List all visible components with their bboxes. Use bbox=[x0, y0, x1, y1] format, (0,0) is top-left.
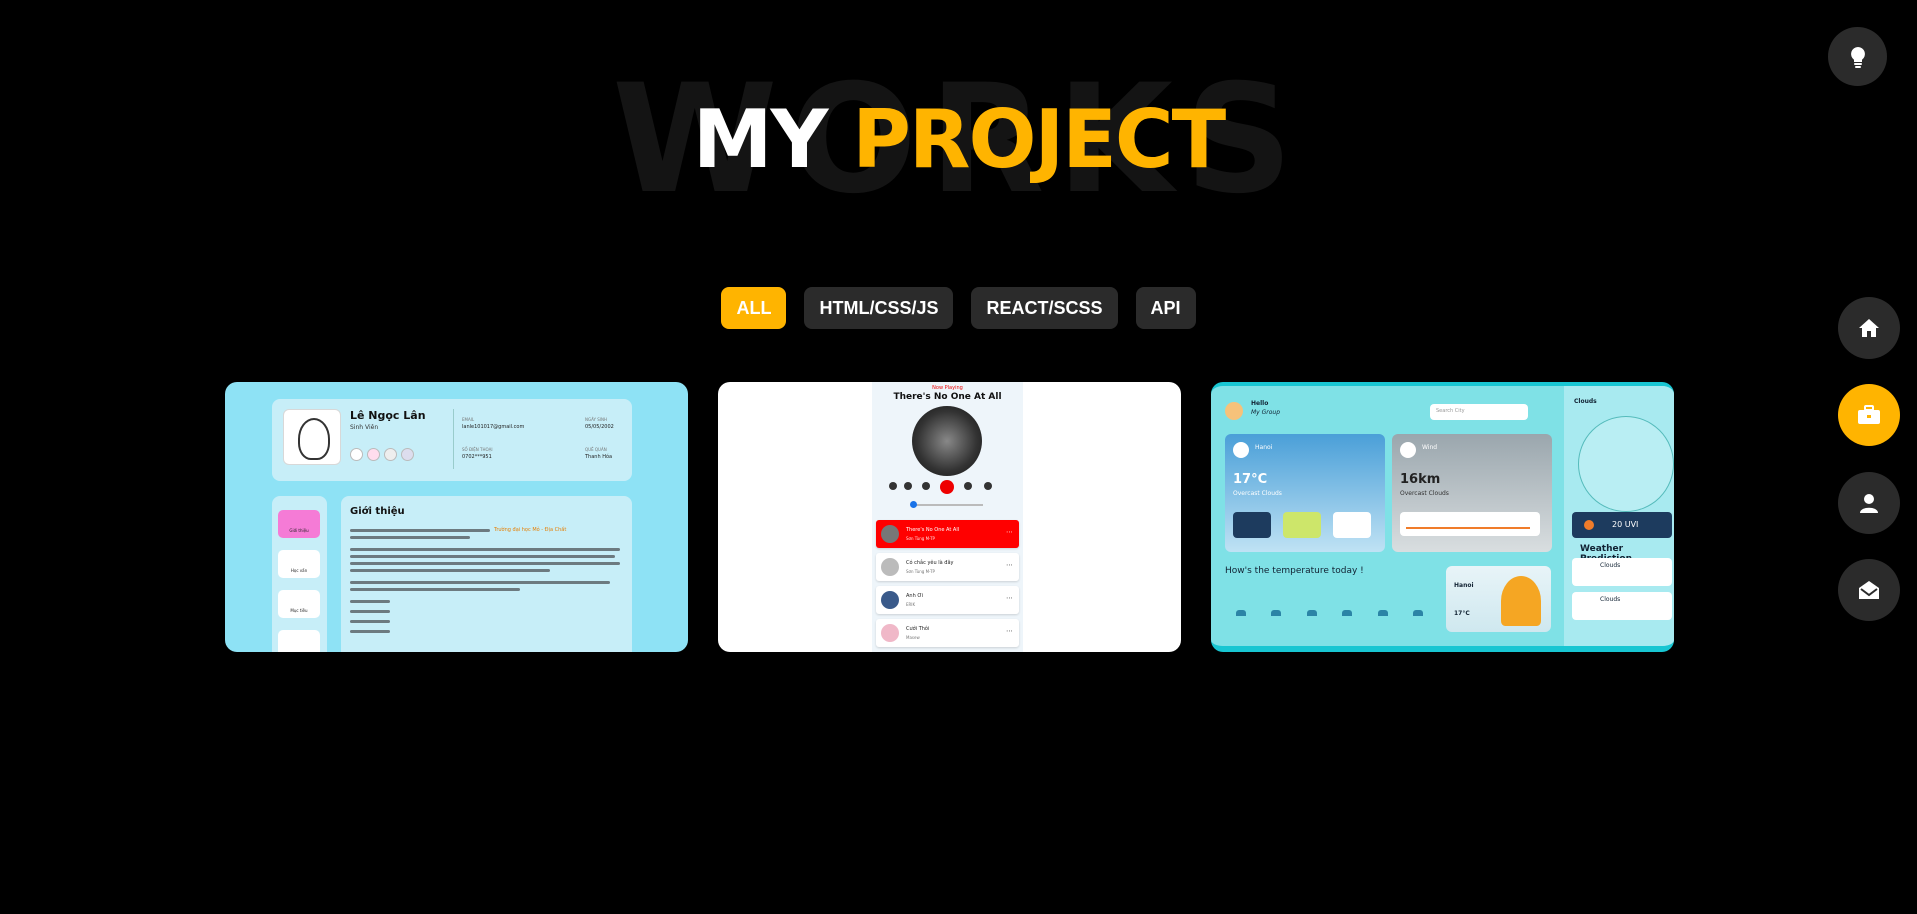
filter-bar: ALL HTML/CSS/JS REACT/SCSS API bbox=[0, 287, 1917, 329]
user-icon bbox=[1860, 494, 1878, 513]
project-card-music[interactable]: Now Playing There's No One At All There'… bbox=[718, 382, 1181, 652]
title-part-my: MY bbox=[692, 93, 829, 186]
sun-icon bbox=[1584, 520, 1594, 530]
project-card-profile[interactable]: Lê Ngọc Lân Sinh Viên EMAIL lanle101017@… bbox=[225, 382, 688, 652]
email-label: EMAIL bbox=[462, 417, 475, 422]
discord-icon bbox=[401, 448, 414, 461]
playlist-item: There's No One At All Sơn Tùng M-TP ⋯ bbox=[876, 520, 1019, 548]
section-heading: WORKS MY PROJECT bbox=[0, 65, 1917, 215]
profile-role: Sinh Viên bbox=[350, 424, 379, 431]
hometown-label: QUÊ QUÁN bbox=[585, 447, 607, 452]
birth-label: NGÀY SINH bbox=[585, 417, 607, 422]
album-disc bbox=[912, 406, 982, 476]
playlist-item: Anh Ơi ERIK ⋯ bbox=[876, 586, 1019, 614]
hourly-card: Hanoi 17°C bbox=[1446, 566, 1551, 632]
filter-all-button[interactable]: ALL bbox=[721, 287, 787, 329]
project-grid: Lê Ngọc Lân Sinh Viên EMAIL lanle101017@… bbox=[225, 382, 1674, 652]
briefcase-icon bbox=[1858, 405, 1880, 424]
search-input: Search City bbox=[1430, 404, 1528, 420]
more-icon: ⋯ bbox=[1006, 627, 1013, 635]
avatar bbox=[283, 409, 341, 465]
weather-city-panel: Hanoi 17°C Overcast Clouds bbox=[1225, 434, 1385, 552]
profile-name: Lê Ngọc Lân bbox=[350, 409, 426, 422]
uvi-card: 20 UVI bbox=[1572, 512, 1672, 538]
filter-html-css-js-button[interactable]: HTML/CSS/JS bbox=[804, 287, 954, 329]
nav-intro: Giới thiệu bbox=[278, 510, 320, 538]
email-value: lanle101017@gmail.com bbox=[462, 424, 525, 430]
weather-greeting: Hello bbox=[1251, 400, 1269, 407]
lightbulb-icon bbox=[1850, 46, 1865, 68]
divider bbox=[453, 409, 454, 469]
filter-api-button[interactable]: API bbox=[1135, 287, 1196, 329]
hometown-value: Thanh Hóa bbox=[585, 454, 613, 460]
nav-education: Học vấn bbox=[278, 550, 320, 578]
weather-side-panel: Clouds 20 UVI Weather Prediction Clouds … bbox=[1564, 386, 1674, 646]
intro-highlight: Trường đại học Mỏ - Địa Chất bbox=[494, 527, 567, 533]
nav-about-button[interactable] bbox=[1838, 472, 1900, 534]
sun-arc bbox=[1578, 416, 1674, 512]
project-card-weather[interactable]: Hello My Group Search City Hanoi 17°C Ov… bbox=[1211, 382, 1674, 652]
prev-icon bbox=[922, 482, 930, 490]
playlist-item: Cưới Thôi Masew ⋯ bbox=[876, 619, 1019, 647]
filter-react-scss-button[interactable]: REACT/SCSS bbox=[971, 287, 1118, 329]
umbrella-illustration bbox=[1501, 576, 1541, 626]
intro-title: Giới thiệu bbox=[350, 506, 405, 517]
repeat-icon bbox=[904, 482, 912, 490]
envelope-open-icon bbox=[1859, 581, 1879, 599]
weather-wind-panel: Wind 16km Overcast Clouds bbox=[1392, 434, 1552, 552]
more-icon: ⋯ bbox=[1006, 528, 1013, 536]
nav-home-button[interactable] bbox=[1838, 297, 1900, 359]
music-player-screen: Now Playing There's No One At All There'… bbox=[872, 382, 1023, 652]
profile-side-nav: Giới thiệu Học vấn Mục tiêu bbox=[272, 496, 327, 652]
nav-portfolio-button[interactable] bbox=[1838, 384, 1900, 446]
playlist-item: Có chắc yêu là đây Sơn Tùng M-TP ⋯ bbox=[876, 553, 1019, 581]
profile-intro-box: Giới thiệu Trường đại học Mỏ - Địa Chất bbox=[341, 496, 632, 652]
profile-header-box: Lê Ngọc Lân Sinh Viên EMAIL lanle101017@… bbox=[272, 399, 632, 481]
play-icon bbox=[940, 480, 954, 494]
now-playing-label: Now Playing bbox=[932, 385, 963, 391]
next-icon bbox=[964, 482, 972, 490]
shuffle-icon bbox=[984, 482, 992, 490]
phone-label: SỐ ĐIỆN THOẠI bbox=[462, 447, 493, 452]
more-icon: ⋯ bbox=[1006, 561, 1013, 569]
forecast-title: How's the temperature today ! bbox=[1225, 566, 1364, 576]
progress-bar bbox=[912, 504, 983, 506]
current-song-title: There's No One At All bbox=[893, 392, 1002, 402]
page-title: MY PROJECT bbox=[0, 100, 1917, 180]
nav-heart bbox=[278, 630, 320, 652]
instagram-icon bbox=[367, 448, 380, 461]
progress-knob bbox=[910, 501, 917, 508]
nav-contact-button[interactable] bbox=[1838, 559, 1900, 621]
birth-value: 05/05/2002 bbox=[585, 424, 614, 430]
facebook-icon bbox=[350, 448, 363, 461]
home-icon bbox=[1859, 319, 1879, 337]
title-part-project: PROJECT bbox=[852, 93, 1226, 186]
avatar bbox=[1225, 402, 1243, 420]
volume-icon bbox=[889, 482, 897, 490]
tiktok-icon bbox=[384, 448, 397, 461]
theme-toggle-button[interactable] bbox=[1828, 27, 1887, 86]
more-icon: ⋯ bbox=[1006, 594, 1013, 602]
weather-sub-greeting: My Group bbox=[1251, 409, 1281, 416]
phone-value: 0702***951 bbox=[462, 454, 492, 460]
nav-goals: Mục tiêu bbox=[278, 590, 320, 618]
